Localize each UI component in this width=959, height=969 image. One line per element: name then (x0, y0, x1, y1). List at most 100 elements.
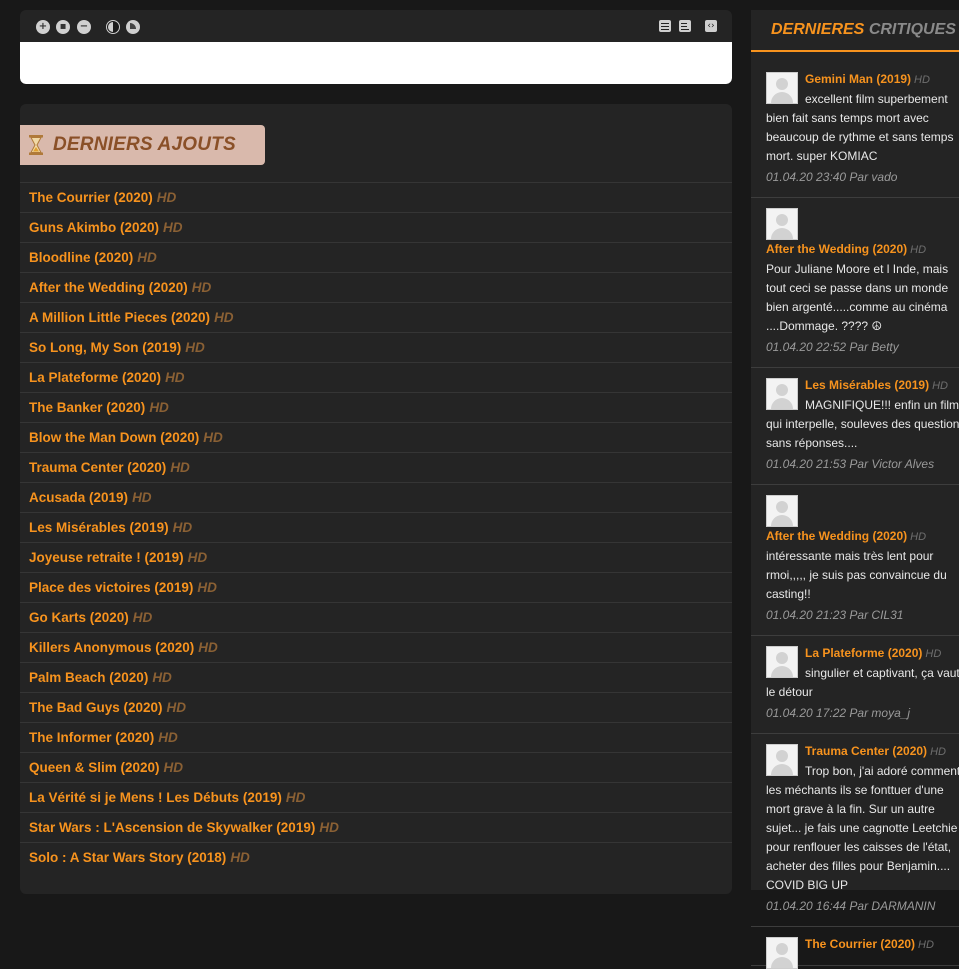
hd-badge: HD (165, 370, 185, 385)
hd-badge: HD (925, 648, 942, 660)
list-item[interactable]: The Bad Guys (2020) HD (20, 692, 732, 722)
movie-title-link[interactable]: After the Wedding (2020) (29, 280, 188, 295)
review-meta: 01.04.20 21:23 Par CIL31 (766, 608, 904, 622)
hd-badge: HD (203, 430, 223, 445)
list-item[interactable]: The Banker (2020) HD (20, 392, 732, 422)
contrast-light-icon[interactable] (126, 20, 140, 34)
review-movie-link[interactable]: Gemini Man (2019) (805, 72, 911, 86)
list-item[interactable]: La Vérité si je Mens ! Les Débuts (2019)… (20, 782, 732, 812)
latest-additions-panel: DERNIERS AJOUTS The Courrier (2020) HD Gun… (20, 104, 732, 894)
list-item[interactable]: Acusada (2019) HD (20, 482, 732, 512)
section-title: DERNIERS AJOUTS (53, 134, 236, 155)
review-movie-link[interactable]: After the Wedding (2020) (766, 242, 907, 256)
list-item[interactable]: Star Wars : L'Ascension de Skywalker (20… (20, 812, 732, 842)
movie-title-link[interactable]: La Vérité si je Mens ! Les Débuts (2019) (29, 790, 282, 805)
list-view-icon[interactable] (659, 20, 671, 32)
review-text: Trop bon, j'ai adoré comment les méchant… (766, 764, 959, 892)
avatar[interactable] (766, 208, 798, 240)
list-item[interactable]: Queen & Slim (2020) HD (20, 752, 732, 782)
hd-badge: HD (152, 670, 172, 685)
hd-badge: HD (918, 939, 934, 951)
list-item[interactable]: Place des victoires (2019) HD (20, 572, 732, 602)
movie-title-link[interactable]: The Banker (2020) (29, 400, 145, 415)
movie-list: The Courrier (2020) HD Guns Akimbo (2020) H… (20, 182, 732, 872)
list-item[interactable]: Go Karts (2020) HD (20, 602, 732, 632)
movie-title-link[interactable]: The Informer (2020) (29, 730, 154, 745)
avatar[interactable] (766, 72, 798, 104)
movie-title-link[interactable]: Palm Beach (2020) (29, 670, 148, 685)
hd-badge: HD (319, 820, 339, 835)
avatar[interactable] (766, 495, 798, 527)
minus-icon[interactable]: − (77, 20, 91, 34)
contrast-dark-icon[interactable] (106, 20, 120, 34)
movie-title-link[interactable]: Go Karts (2020) (29, 610, 129, 625)
hd-badge: HD (156, 190, 177, 205)
review-movie-link[interactable]: Trauma Center (2020) (805, 744, 927, 758)
review-movie-link[interactable]: La Plateforme (2020) (805, 646, 922, 660)
movie-title-link[interactable]: Bloodline (2020) (29, 250, 133, 265)
hd-badge: HD (285, 790, 306, 805)
review-movie-link[interactable]: After the Wedding (2020) (766, 529, 907, 543)
avatar[interactable] (766, 646, 798, 678)
hd-badge: HD (166, 700, 187, 715)
hd-badge: HD (932, 380, 948, 392)
stop-icon[interactable]: ▪ (56, 20, 70, 34)
movie-title-link[interactable]: Blow the Man Down (2020) (29, 430, 199, 445)
avatar[interactable] (766, 744, 798, 776)
list-item[interactable]: Les Misérables (2019) HD (20, 512, 732, 542)
avatar[interactable] (766, 378, 798, 410)
list-item[interactable]: After the Wedding (2020) HD (20, 272, 732, 302)
list-item[interactable]: A Million Little Pieces (2020) HD (20, 302, 732, 332)
list-item[interactable]: Bloodline (2020) HD (20, 242, 732, 272)
sidebar-title: DERNIERES CRITIQUES (771, 21, 956, 39)
list-item[interactable]: Trauma Center (2020) HD (20, 452, 732, 482)
movie-title-link[interactable]: Killers Anonymous (2020) (29, 640, 194, 655)
movie-title-link[interactable]: Solo : A Star Wars Story (2018) (29, 850, 226, 865)
movie-title-link[interactable]: Star Wars : L'Ascension de Skywalker (20… (29, 820, 315, 835)
hd-badge: HD (163, 760, 184, 775)
movie-title-link[interactable]: The Bad Guys (2020) (29, 700, 163, 715)
movie-title-link[interactable]: Les Misérables (2019) (29, 520, 169, 535)
expand-arrows-icon[interactable]: ‹› (705, 20, 717, 32)
movie-title-link[interactable]: Queen & Slim (2020) (29, 760, 160, 775)
review-item: Gemini Man (2019) HD excellent film superb… (751, 62, 959, 198)
movie-title-link[interactable]: So Long, My Son (2019) (29, 340, 181, 355)
review-movie-link[interactable]: The Courrier (2020) (805, 937, 915, 951)
list-item[interactable]: Palm Beach (2020) HD (20, 662, 732, 692)
hd-badge: HD (170, 460, 190, 475)
movie-title-link[interactable]: Guns Akimbo (2020) (29, 220, 159, 235)
compact-view-icon[interactable] (679, 20, 691, 32)
list-item[interactable]: Joyeuse retraite ! (2019) HD (20, 542, 732, 572)
movie-title-link[interactable]: Trauma Center (2020) (29, 460, 166, 475)
toolbar-panel: + ▪ − ‹› (20, 10, 732, 84)
movie-title-link[interactable]: A Million Little Pieces (2020) (29, 310, 210, 325)
movie-title-link[interactable]: Acusada (2019) (29, 490, 128, 505)
hd-badge: HD (172, 520, 193, 535)
hd-badge: HD (137, 250, 157, 265)
list-item[interactable]: La Plateforme (2020) HD (20, 362, 732, 392)
movie-title-link[interactable]: Place des victoires (2019) (29, 580, 193, 595)
hourglass-icon (29, 135, 43, 155)
list-item[interactable]: So Long, My Son (2019) HD (20, 332, 732, 362)
hd-badge: HD (149, 400, 169, 415)
review-item: Les Misérables (2019) HD MAGNIFIQUE!!! enf… (751, 368, 959, 485)
plus-icon[interactable]: + (36, 20, 50, 34)
review-movie-link[interactable]: Les Misérables (2019) (805, 378, 929, 392)
avatar[interactable] (766, 937, 798, 969)
review-item: La Plateforme (2020) HD singulier et capti… (751, 636, 959, 734)
review-text: intéressante mais très lent pour rmoi,,,… (766, 549, 947, 601)
list-item[interactable]: Killers Anonymous (2020) HD (20, 632, 732, 662)
list-item[interactable]: Guns Akimbo (2020) HD (20, 212, 732, 242)
movie-title-link[interactable]: Joyeuse retraite ! (2019) (29, 550, 184, 565)
reviews-sidebar: DERNIERES CRITIQUES Gemini Man (2019) HD e… (751, 10, 959, 969)
sidebar-title-part1: DERNIERES (771, 21, 865, 38)
review-meta: 01.04.20 23:40 Par vado (766, 170, 898, 184)
list-item[interactable]: The Courrier (2020) HD (20, 182, 732, 212)
hd-badge: HD (214, 310, 234, 325)
list-item[interactable]: Blow the Man Down (2020) HD (20, 422, 732, 452)
list-item[interactable]: The Informer (2020) HD (20, 722, 732, 752)
review-meta: 01.04.20 22:52 Par Betty (766, 340, 899, 354)
movie-title-link[interactable]: The Courrier (2020) (29, 190, 153, 205)
list-item[interactable]: Solo : A Star Wars Story (2018) HD (20, 842, 732, 872)
movie-title-link[interactable]: La Plateforme (2020) (29, 370, 161, 385)
